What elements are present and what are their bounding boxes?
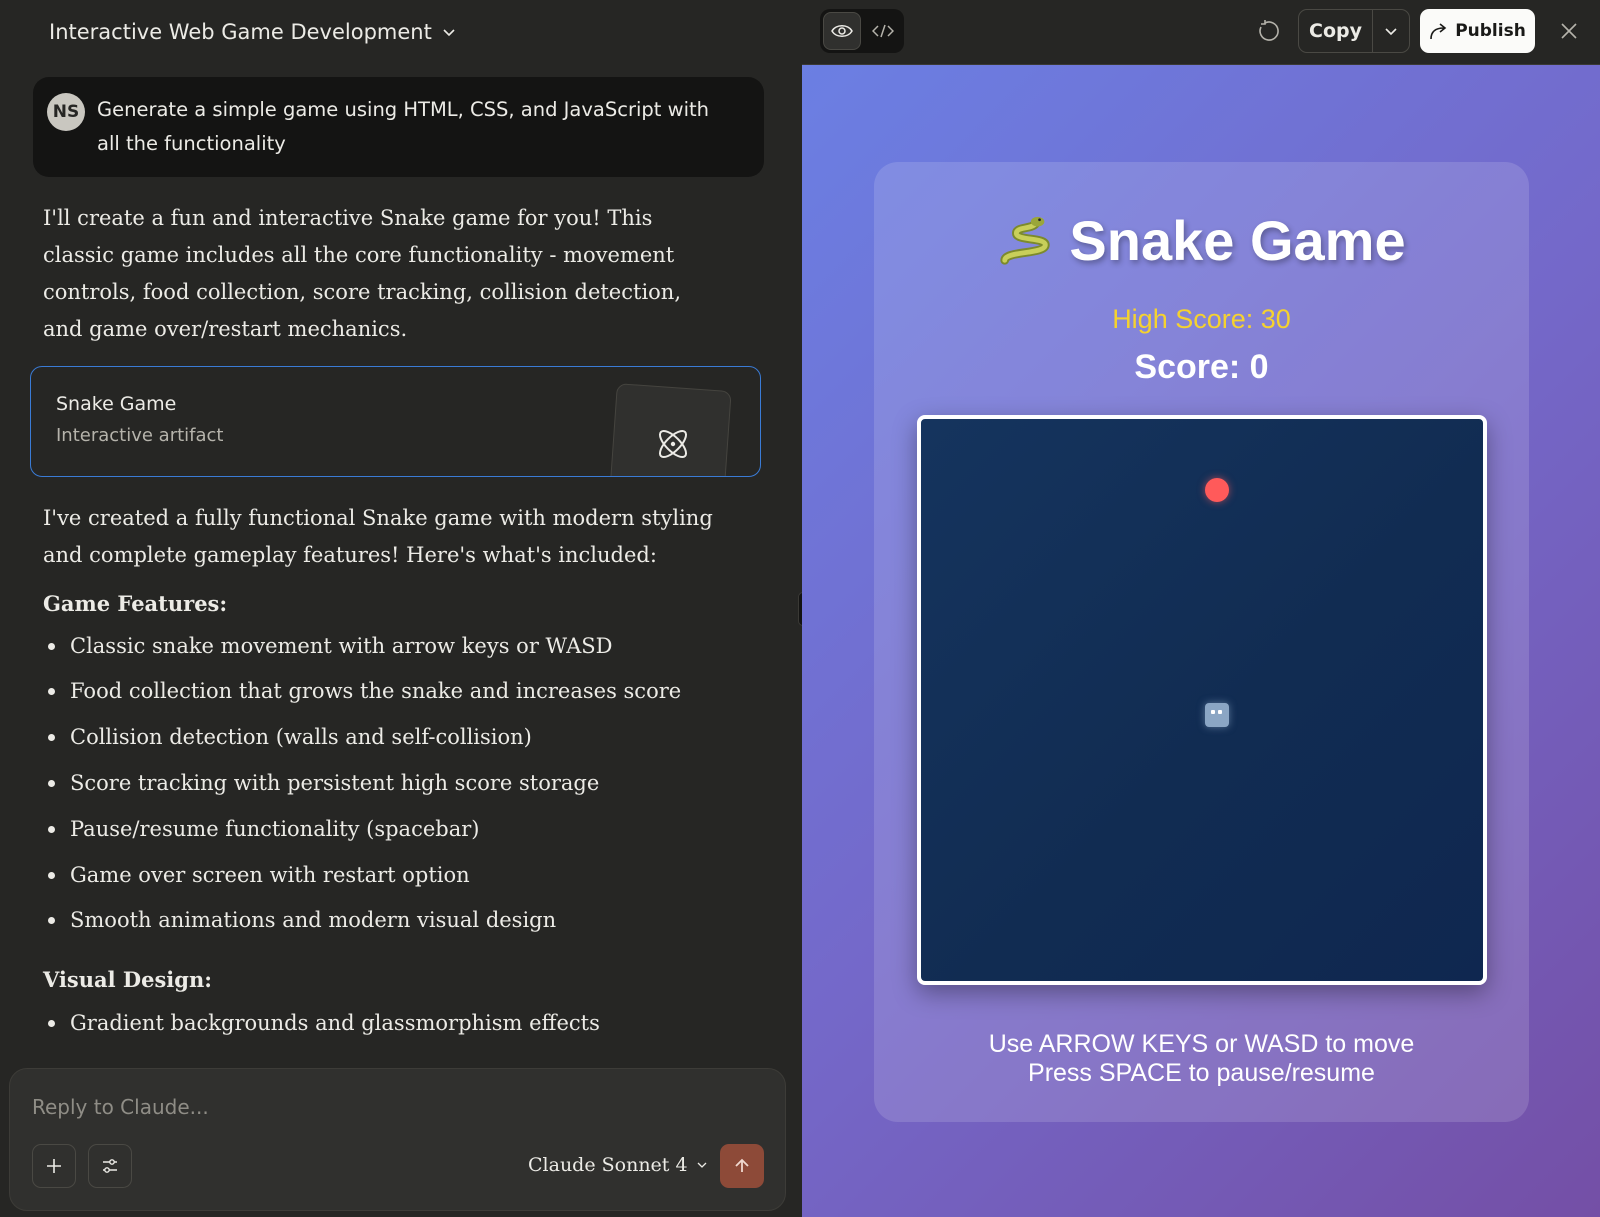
publish-label: Publish (1455, 21, 1526, 41)
share-arrow-icon (1430, 23, 1447, 40)
high-score: High Score: 30 (1112, 304, 1291, 334)
refresh-button[interactable] (1252, 15, 1284, 47)
view-toggle (820, 9, 904, 53)
assistant-intro: I'll create a fun and interactive Snake … (43, 206, 681, 341)
add-button[interactable] (32, 1144, 76, 1188)
code-icon (872, 24, 894, 38)
list-item: Game over screen with restart option (48, 863, 470, 887)
arrow-up-icon (735, 1158, 749, 1172)
sliders-icon (103, 1159, 117, 1173)
snake-head (1205, 703, 1229, 727)
list-item: Pause/resume functionality (spacebar) (48, 817, 479, 841)
reply-composer: Reply to Claude... Claude Sonnet 4 (9, 1068, 786, 1211)
list-item: Classic snake movement with arrow keys o… (48, 634, 612, 658)
food-item (1205, 478, 1229, 502)
code-tab[interactable] (864, 12, 902, 50)
model-name: Claude Sonnet 4 (528, 1154, 688, 1176)
list-item: Smooth animations and modern visual desi… (48, 908, 556, 932)
list-item: Score tracking with persistent high scor… (48, 771, 599, 795)
model-selector[interactable]: Claude Sonnet 4 (528, 1154, 708, 1176)
user-message: NS Generate a simple game using HTML, CS… (33, 77, 764, 177)
conversation-title: Interactive Web Game Development (49, 20, 432, 44)
artifact-subtitle: Interactive artifact (56, 425, 224, 446)
conversation-title-button[interactable]: Interactive Web Game Development (49, 14, 456, 50)
chevron-down-icon (443, 29, 455, 37)
copy-button[interactable]: Copy (1299, 10, 1373, 52)
refresh-icon (1259, 20, 1279, 41)
snake-eye (1218, 710, 1222, 714)
artifact-toolbar: Copy Publish (802, 0, 1600, 65)
chevron-down-icon (697, 1162, 707, 1168)
reply-input[interactable]: Reply to Claude... (32, 1095, 209, 1119)
game-title-text: Snake Game (1069, 209, 1406, 272)
assistant-summary: I've created a fully functional Snake ga… (43, 506, 713, 567)
snake-eye (1211, 710, 1215, 714)
list-item: Collision detection (walls and self-coll… (48, 725, 532, 749)
user-message-text: Generate a simple game using HTML, CSS, … (97, 98, 710, 155)
instructions-move: Use ARROW KEYS or WASD to move (988, 1030, 1415, 1058)
game-container: Snake Game High Score: 30 Score: 0 Use A… (874, 162, 1529, 1122)
chevron-down-icon (1385, 28, 1397, 36)
tools-button[interactable] (88, 1144, 132, 1188)
game-board[interactable] (917, 415, 1487, 985)
close-icon (1561, 23, 1577, 39)
artifact-panel: Copy Publish Snake Game High Score: 30 S… (802, 0, 1600, 1217)
snake-icon (1000, 216, 1051, 265)
chat-panel: Interactive Web Game Development NS Gene… (0, 0, 802, 1217)
artifact-title: Snake Game (56, 393, 177, 415)
copy-options-button[interactable] (1373, 10, 1409, 52)
send-button[interactable] (720, 1144, 764, 1188)
visual-heading: Visual Design: (43, 967, 212, 992)
game-stage: Snake Game High Score: 30 Score: 0 Use A… (802, 65, 1600, 1217)
artifact-card[interactable]: Snake Game Interactive artifact (30, 366, 761, 477)
eye-icon (831, 25, 853, 37)
instructions-pause: Press SPACE to pause/resume (1028, 1059, 1375, 1087)
list-item: Food collection that grows the snake and… (48, 679, 681, 703)
preview-tab[interactable] (823, 12, 861, 50)
copy-button-group: Copy (1298, 9, 1410, 53)
score: Score: 0 (1134, 348, 1269, 386)
game-title: Snake Game (874, 208, 1529, 273)
avatar: NS (47, 93, 85, 131)
close-button[interactable] (1556, 18, 1582, 44)
publish-button[interactable]: Publish (1420, 9, 1535, 53)
list-item: Gradient backgrounds and glassmorphism e… (48, 1011, 600, 1035)
features-heading: Game Features: (43, 591, 228, 616)
instructions: Use ARROW KEYS or WASD to move Press SPA… (874, 1030, 1529, 1088)
atom-icon (659, 430, 687, 458)
plus-icon (47, 1159, 61, 1173)
